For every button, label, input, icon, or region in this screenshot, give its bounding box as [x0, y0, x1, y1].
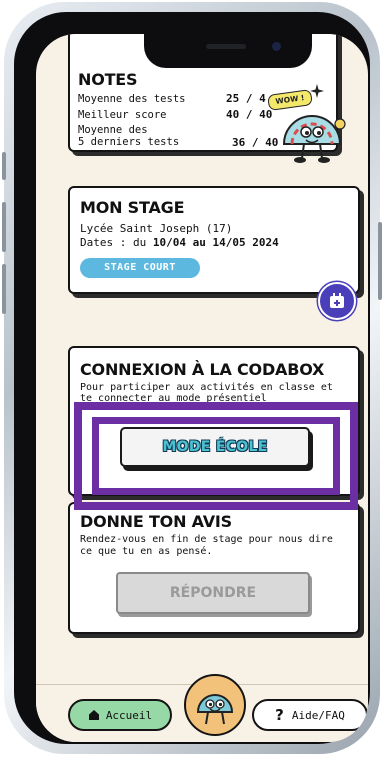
- volume-down-button: [2, 264, 6, 314]
- phone-notch: [144, 34, 312, 68]
- nav-home-button[interactable]: Accueil: [68, 699, 172, 731]
- silent-switch: [2, 152, 6, 180]
- question-icon: ?: [275, 706, 284, 724]
- camera-icon: [272, 42, 281, 51]
- volume-up-button: [2, 202, 6, 252]
- sparkle-icon: [310, 84, 324, 98]
- stage-dates-prefix: Dates : du: [80, 236, 153, 249]
- phone-bezel: NOTES Moyenne des tests 25 / 4 Meilleur …: [14, 12, 370, 744]
- codabox-title: CONNEXION À LA CODABOX: [80, 360, 325, 379]
- home-icon: [88, 710, 99, 720]
- stat-label-best: Meilleur score: [78, 109, 167, 121]
- stat-value-last5: 36 / 40: [232, 136, 279, 149]
- mascot-gauge-icon: [282, 115, 346, 163]
- app-screen: NOTES Moyenne des tests 25 / 4 Meilleur …: [36, 34, 368, 742]
- feedback-description: Rendez-vous en fin de stage pour nous di…: [80, 534, 333, 557]
- stage-type-badge: STAGE COURT: [80, 258, 200, 278]
- mode-ecole-button[interactable]: MODE ÉCOLE: [120, 427, 310, 467]
- stat-value-average: 25 / 4: [226, 92, 266, 105]
- nav-help-label: Aide/FAQ: [291, 708, 345, 722]
- stat-label-last5-line1: Moyenne des: [78, 124, 148, 136]
- mascot-avatar-icon: [188, 678, 242, 732]
- stage-card[interactable]: MON STAGE Lycée Saint Joseph (17) Dates …: [68, 186, 360, 294]
- nav-help-button[interactable]: ? Aide/FAQ: [252, 699, 368, 731]
- stage-dates-value: 10/04 au 14/05 2024: [152, 236, 279, 249]
- codabox-description: Pour participer aux activités en classe …: [80, 382, 333, 404]
- feedback-title: DONNE TON AVIS: [80, 512, 232, 531]
- stage-dates: Dates : du 10/04 au 14/05 2024: [80, 236, 279, 249]
- stage-school: Lycée Saint Joseph (17): [80, 222, 233, 235]
- nav-home-label: Accueil: [105, 708, 153, 722]
- stat-label-last5-line2: 5 derniers tests: [78, 136, 180, 148]
- notes-title: NOTES: [78, 70, 138, 89]
- feedback-card: DONNE TON AVIS Rendez-vous en fin de sta…: [68, 502, 360, 634]
- respond-button[interactable]: RÉPONDRE: [116, 572, 310, 614]
- nav-mascot-button[interactable]: [184, 674, 246, 736]
- stat-label-average: Moyenne des tests: [78, 93, 186, 105]
- calendar-plus-icon: [330, 293, 344, 308]
- add-calendar-button[interactable]: [318, 282, 356, 320]
- phone-frame: NOTES Moyenne des tests 25 / 4 Meilleur …: [2, 2, 382, 754]
- speaker-grille: [206, 44, 246, 49]
- stat-value-best: 40 / 40: [226, 108, 273, 121]
- power-button: [378, 222, 382, 300]
- stage-title: MON STAGE: [80, 198, 185, 217]
